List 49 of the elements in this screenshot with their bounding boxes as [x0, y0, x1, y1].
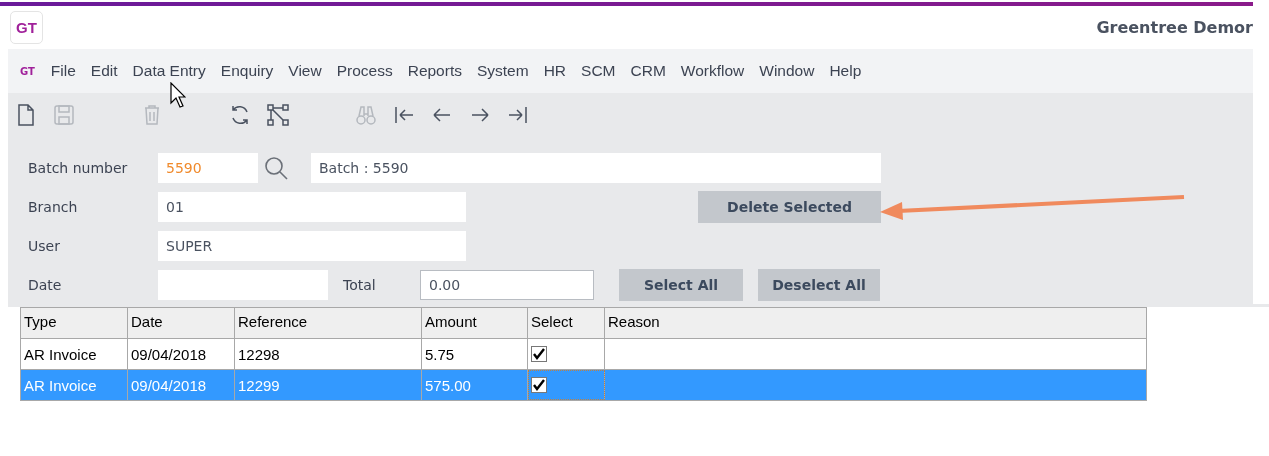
table-cell: 09/04/2018 [128, 339, 235, 369]
table-cell: 12298 [235, 339, 422, 369]
menu-item[interactable]: Edit [90, 62, 118, 80]
batch-description-field[interactable]: Batch : 5590 [311, 153, 881, 183]
field-label: Date [28, 277, 63, 293]
table-row[interactable]: AR Invoice 09/04/2018 12298 5.75 [21, 339, 1146, 370]
menu-item[interactable]: Reports [407, 62, 462, 80]
menu-item[interactable]: SCM [581, 62, 616, 80]
menu-item[interactable]: Process [336, 62, 393, 80]
table-cell: 12299 [235, 370, 422, 400]
menu-item[interactable]: Workflow [680, 62, 745, 80]
column-header[interactable]: Amount [422, 308, 528, 338]
column-header[interactable]: Select [528, 308, 605, 338]
user-field[interactable]: SUPER [158, 231, 466, 261]
field-label: User [28, 238, 61, 254]
menu-item[interactable]: View [288, 62, 322, 80]
table-cell: 09/04/2018 [128, 370, 235, 400]
field-label: Branch [28, 199, 79, 215]
menu-logo: GT [20, 65, 35, 77]
menu-item[interactable]: CRM [630, 62, 666, 80]
column-header[interactable]: Type [21, 308, 128, 338]
menu-item[interactable]: File [50, 62, 76, 80]
select-all-button[interactable]: Select All [619, 269, 743, 301]
menu-item[interactable]: Window [759, 62, 815, 80]
app-logo: GT [10, 11, 43, 44]
deselect-all-button[interactable]: Deselect All [758, 269, 880, 301]
total-field[interactable]: 0.00 [420, 270, 594, 300]
table-cell: AR Invoice [21, 370, 128, 400]
column-header[interactable]: Date [128, 308, 235, 338]
search-icon[interactable] [263, 155, 289, 181]
nodes-icon[interactable] [266, 102, 290, 127]
table-cell: 575.00 [422, 370, 528, 400]
delete-selected-button[interactable]: Delete Selected [698, 191, 881, 223]
menu-item[interactable]: Help [829, 62, 862, 80]
menu-item[interactable]: HR [543, 62, 567, 80]
checkbox[interactable] [531, 346, 547, 362]
table-cell: AR Invoice [21, 339, 128, 369]
branch-field[interactable]: 01 [158, 192, 466, 222]
field-label: Batch number [28, 160, 129, 176]
checkbox[interactable] [531, 377, 547, 393]
menu-item[interactable]: System [476, 62, 529, 80]
menu-item[interactable]: Data Entry [132, 62, 206, 80]
field-label: Total [343, 277, 377, 293]
mouse-cursor-icon [170, 82, 186, 108]
window-title: Greentree Demor [1096, 18, 1253, 37]
table-cell: 5.75 [422, 339, 528, 369]
column-header[interactable]: Reason [605, 308, 1146, 338]
column-header[interactable]: Reference [235, 308, 422, 338]
menu-item[interactable]: Enquiry [220, 62, 274, 80]
